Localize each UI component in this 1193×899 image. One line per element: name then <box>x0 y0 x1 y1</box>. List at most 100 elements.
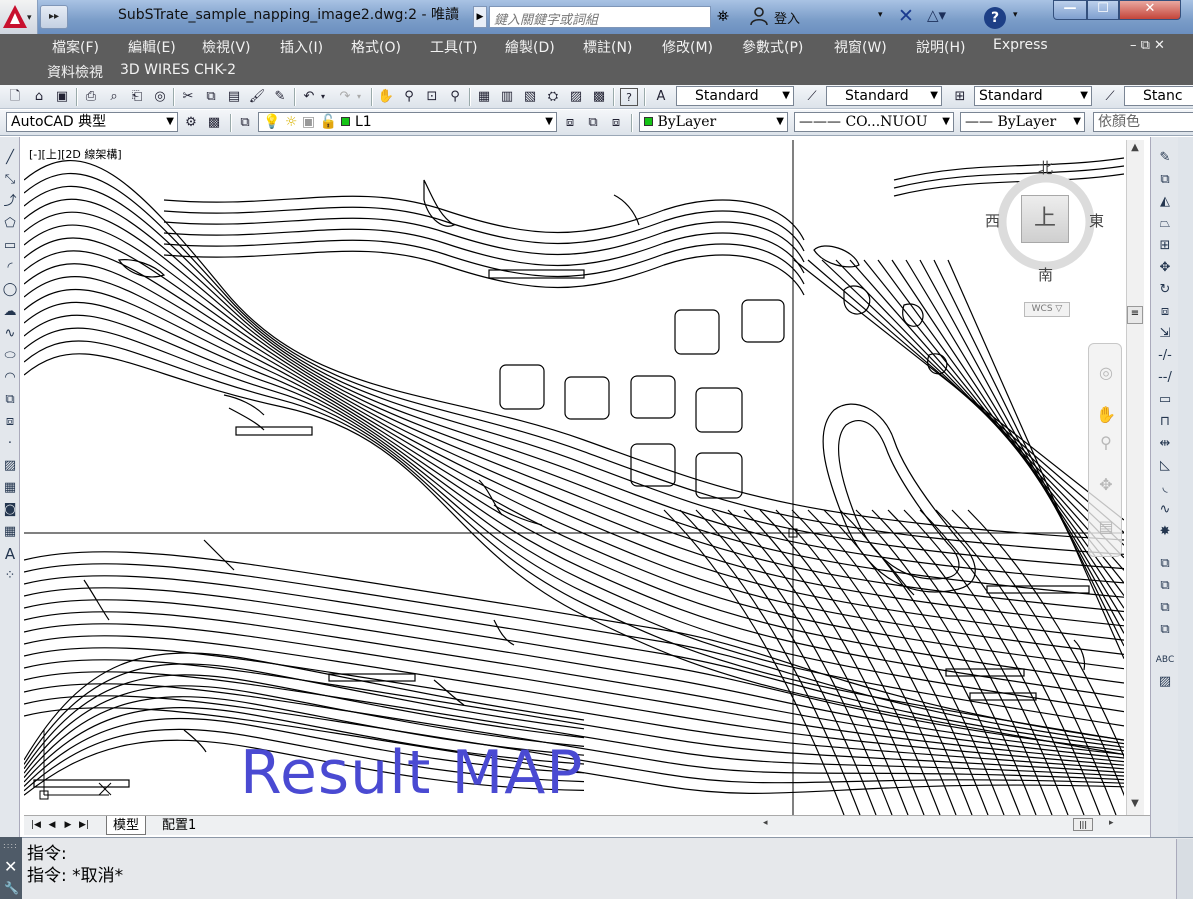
table-icon[interactable]: ▦ <box>1 523 19 541</box>
block-editor-icon[interactable]: ✎ <box>271 88 289 106</box>
close-icon[interactable]: ✕ <box>4 857 17 876</box>
scroll-left-arrow[interactable]: ◂ <box>763 818 768 828</box>
new-file-icon[interactable]: 🗋 <box>6 88 24 106</box>
command-line-scrollbar[interactable] <box>1176 839 1193 899</box>
menu-window[interactable]: 視窗(W) <box>834 37 887 57</box>
draworder-front-icon[interactable]: ⧉ <box>1155 555 1175 573</box>
showmotion-icon[interactable]: ▤ <box>1095 516 1117 538</box>
pan-icon[interactable]: ✋ <box>377 88 395 106</box>
viewcube-west[interactable]: 西 <box>985 210 1000 231</box>
workspace-settings-icon[interactable]: ⚙ <box>182 114 200 132</box>
multiline-text-icon[interactable]: A <box>1 545 19 563</box>
make-current-layer-icon[interactable]: ⧈ <box>561 114 579 132</box>
bring-above-icon[interactable]: ⧉ <box>1155 599 1175 617</box>
table-style-icon[interactable]: ⊞ <box>951 88 969 106</box>
close-button[interactable]: ✕ <box>1119 0 1181 20</box>
wcs-menu[interactable]: WCS ▽ <box>1024 302 1070 317</box>
first-layout-icon[interactable]: |◀ <box>30 818 42 833</box>
minimize-button[interactable]: — <box>1053 0 1087 20</box>
fillet-icon[interactable]: ◟ <box>1155 479 1175 497</box>
properties-icon[interactable]: ▦ <box>475 88 493 106</box>
circle-icon[interactable]: ◯ <box>1 281 19 299</box>
sheet-set-icon[interactable]: ⛭ <box>544 88 562 106</box>
next-layout-icon[interactable]: ▶ <box>62 818 74 833</box>
extend-icon[interactable]: --/ <box>1155 369 1175 387</box>
login-label[interactable]: 登入 <box>774 8 800 27</box>
chamfer-icon[interactable]: ◺ <box>1155 457 1175 475</box>
design-center-icon[interactable]: ▥ <box>498 88 516 106</box>
horizontal-scroll-thumb[interactable]: ||| <box>1073 818 1093 831</box>
save-icon[interactable]: ▣ <box>53 88 71 106</box>
publish-icon[interactable]: ⎗ <box>128 88 146 106</box>
gradient-icon[interactable]: ▦ <box>1 479 19 497</box>
cut-icon[interactable]: ✂ <box>179 88 197 106</box>
model-space-canvas[interactable] <box>24 140 1124 815</box>
menu-draw[interactable]: 繪製(D) <box>505 37 555 57</box>
tab-layout1[interactable]: 配置1 <box>156 816 202 835</box>
tool-palettes-icon[interactable]: ▧ <box>521 88 539 106</box>
menu-help[interactable]: 說明(H) <box>916 37 965 57</box>
menu-edit[interactable]: 編輯(E) <box>128 37 176 57</box>
line-icon[interactable]: ╱ <box>1 149 19 167</box>
region-icon[interactable]: ◙ <box>1 501 19 519</box>
plot-style-select[interactable]: 依顏色 <box>1093 112 1193 132</box>
zoom-realtime-icon[interactable]: ⚲ <box>400 88 418 106</box>
wrench-icon[interactable]: 🔧 <box>4 881 19 895</box>
document-window-controls[interactable]: – ⧉ ✕ <box>1130 38 1165 53</box>
zoom-window-icon[interactable]: ⊡ <box>423 88 441 106</box>
viewport-controls-label[interactable]: [-][上][2D 線架構] <box>29 146 122 162</box>
insert-block-icon[interactable]: ⧉ <box>1 391 19 409</box>
hatch-back-icon[interactable]: ▨ <box>1155 673 1175 691</box>
stretch-icon[interactable]: ⇲ <box>1155 325 1175 343</box>
viewcube-south[interactable]: 南 <box>1038 264 1053 285</box>
scroll-right-arrow[interactable]: ▸ <box>1109 818 1114 828</box>
text-style-icon[interactable]: A <box>652 88 670 106</box>
quick-access-expand-button[interactable]: ▸▸ <box>40 5 68 29</box>
maximize-button[interactable]: ☐ <box>1087 0 1119 20</box>
3d-dwf-icon[interactable]: ◎ <box>151 88 169 106</box>
menu-view[interactable]: 檢視(V) <box>202 37 251 57</box>
layer-properties-icon[interactable]: ⧉ <box>236 114 254 132</box>
viewcube-north[interactable]: 北 <box>1038 157 1053 178</box>
revision-cloud-icon[interactable]: ☁ <box>1 303 19 321</box>
viewcube-top-face[interactable]: 上 <box>1021 195 1069 243</box>
construction-line-icon[interactable]: ⤡ <box>1 171 19 189</box>
layer-select[interactable]: 💡 ☼ ▣ 🔓 L1 ▼ <box>258 112 557 132</box>
markup-icon[interactable]: ▨ <box>567 88 585 106</box>
last-layout-icon[interactable]: ▶| <box>78 818 90 833</box>
polygon-icon[interactable]: ⬠ <box>1 215 19 233</box>
orbit-icon[interactable]: ✥ <box>1095 474 1117 496</box>
offset-icon[interactable]: ⏢ <box>1155 215 1175 233</box>
workspace-select[interactable]: AutoCAD 典型 ▼ <box>6 112 178 132</box>
chevron-down-icon[interactable]: ▾ <box>354 88 364 106</box>
join-icon[interactable]: ⇹ <box>1155 435 1175 453</box>
undo-icon[interactable]: ↶ <box>300 88 318 106</box>
break-at-point-icon[interactable]: ▭ <box>1155 391 1175 409</box>
copy-icon[interactable]: ⧉ <box>202 88 220 106</box>
calculator-icon[interactable]: ▩ <box>590 88 608 106</box>
multileader-style-icon[interactable]: ⟋ <box>1101 88 1119 106</box>
text-front-icon[interactable]: ABC <box>1155 651 1175 669</box>
array-icon[interactable]: ⊞ <box>1155 237 1175 255</box>
match-properties-icon[interactable]: 🖌 <box>248 88 266 106</box>
break-icon[interactable]: ⊓ <box>1155 413 1175 431</box>
draworder-back-icon[interactable]: ⧉ <box>1155 577 1175 595</box>
previous-layout-icon[interactable]: ◀ <box>46 818 58 833</box>
menu-dimension[interactable]: 標註(N) <box>583 37 632 57</box>
layer-state-icon[interactable]: ⧈ <box>607 114 625 132</box>
polyline-icon[interactable]: ⤴ <box>1 193 19 211</box>
steering-wheel-icon[interactable]: ◎ <box>1095 362 1117 384</box>
menu-express[interactable]: Express <box>993 37 1048 53</box>
toolbar-lock-icon[interactable]: ▩ <box>205 114 223 132</box>
search-expand-arrow[interactable]: ▶ <box>473 6 487 28</box>
chevron-down-icon[interactable]: ▾ <box>1013 10 1018 20</box>
redo-icon[interactable]: ↷ <box>336 88 354 106</box>
menu-insert[interactable]: 插入(I) <box>280 37 323 57</box>
scroll-down-arrow[interactable]: ▼ <box>1126 798 1144 809</box>
scroll-up-arrow[interactable]: ▲ <box>1126 142 1144 153</box>
plot-preview-icon[interactable]: ⌕ <box>105 88 123 106</box>
text-style-select[interactable]: Standard ▼ <box>676 86 794 106</box>
search-input[interactable]: 鍵入關鍵字或詞組 <box>489 6 711 28</box>
dim-style-icon[interactable]: ⟋ <box>803 88 821 106</box>
tab-model[interactable]: 模型 <box>106 816 147 835</box>
